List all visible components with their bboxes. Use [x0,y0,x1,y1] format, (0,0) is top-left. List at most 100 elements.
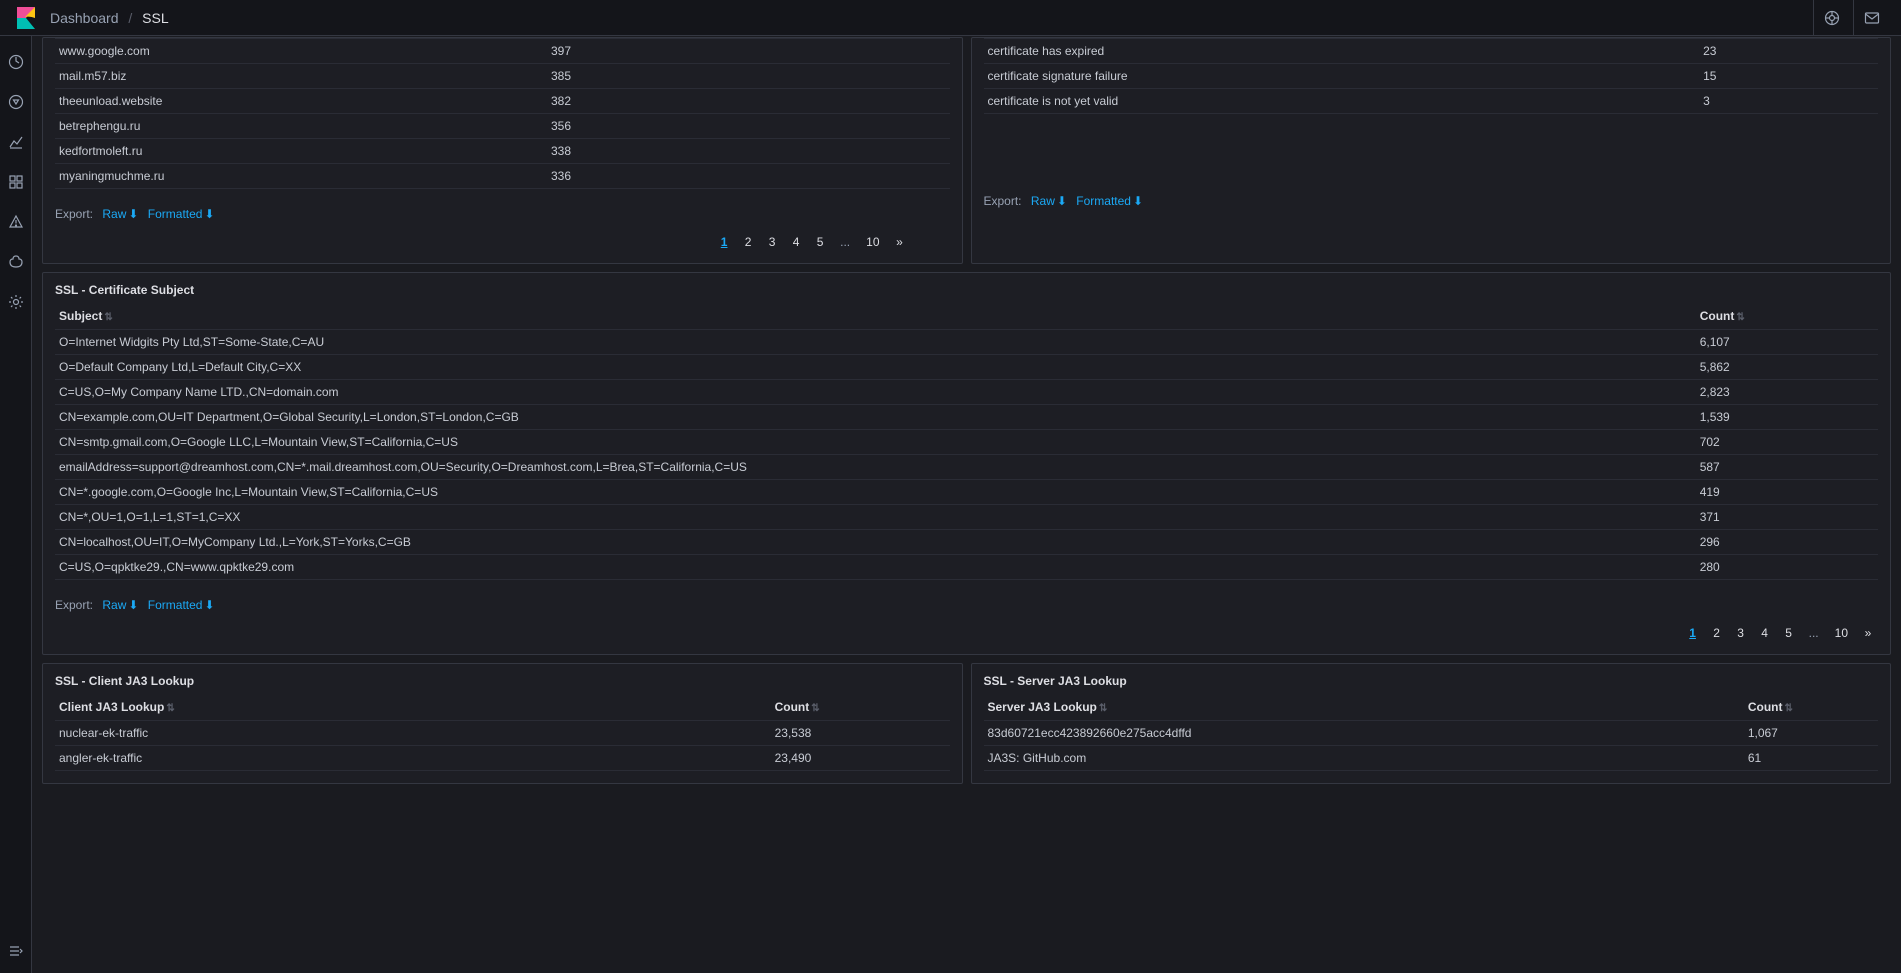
page-2[interactable]: 2 [738,233,758,251]
export-formatted-link[interactable]: Formatted⬇ [148,207,215,221]
table-row[interactable]: emailAddress=support@dreamhost.com,CN=*.… [55,455,1878,480]
panel-title: SSL - Client JA3 Lookup [43,664,962,694]
cell-count: 23,490 [771,746,950,771]
sort-icon: ⇅ [1736,312,1744,323]
cell-count: 356 [547,114,950,139]
page-10[interactable]: 10 [860,233,885,251]
sort-icon: ⇅ [1784,703,1792,714]
page-ellipsis: ... [1803,624,1825,642]
table-row[interactable]: O=Internet Widgits Pty Ltd,ST=Some-State… [55,330,1878,355]
download-icon: ⬇ [128,207,138,221]
col-client-ja3[interactable]: Client JA3 Lookup⇅ [55,694,771,721]
table-row[interactable]: www.google.com397 [55,39,950,64]
table-row[interactable]: angler-ek-traffic23,490 [55,746,950,771]
page-1[interactable]: 1 [714,233,734,251]
sidebar-dashboard[interactable] [0,130,32,154]
sidebar-canvas[interactable] [0,170,32,194]
table-row[interactable]: myaningmuchme.ru336 [55,164,950,189]
cell-subject: C=US,O=qpktke29.,CN=www.qpktke29.com [55,555,1696,580]
panel-title: SSL - Certificate Subject [43,273,1890,303]
col-count[interactable]: Count⇅ [1696,303,1878,330]
panel-cert-subject: SSL - Certificate Subject Subject⇅ Count… [42,272,1891,655]
sidebar-ml[interactable] [0,250,32,274]
export-label: Export: [55,207,93,221]
cell-name: www.google.com [55,39,547,64]
breadcrumb-parent[interactable]: Dashboard [50,10,119,26]
cell-name: theeunload.website [55,89,547,114]
page-next[interactable]: » [1858,624,1878,642]
table-cert-subject: Subject⇅ Count⇅ O=Internet Widgits Pty L… [55,303,1878,580]
export-raw-link[interactable]: Raw⬇ [1031,194,1067,208]
table-row[interactable]: C=US,O=My Company Name LTD.,CN=domain.co… [55,380,1878,405]
table-row[interactable]: mail.m57.biz385 [55,64,950,89]
page-4[interactable]: 4 [786,233,806,251]
table-row[interactable]: CN=smtp.gmail.com,O=Google LLC,L=Mountai… [55,430,1878,455]
cell-count: 419 [1696,480,1878,505]
table-row[interactable]: kedfortmoleft.ru338 [55,139,950,164]
col-server-ja3[interactable]: Server JA3 Lookup⇅ [984,694,1744,721]
download-icon: ⬇ [128,598,138,612]
sidebar-management[interactable] [0,290,32,314]
pagination: 1 2 3 4 5 ... 10 » [55,624,1878,642]
page-1[interactable]: 1 [1683,624,1703,642]
table-row[interactable]: CN=localhost,OU=IT,O=MyCompany Ltd.,L=Yo… [55,530,1878,555]
panel-client-ja3: SSL - Client JA3 Lookup Client JA3 Looku… [42,663,963,784]
panel-title: SSL - Server JA3 Lookup [972,664,1891,694]
sidebar-discover[interactable] [0,50,32,74]
cell-count: 1,539 [1696,405,1878,430]
col-count[interactable]: Count⇅ [1744,694,1878,721]
export-raw-link[interactable]: Raw⬇ [102,598,138,612]
sort-icon: ⇅ [811,703,819,714]
page-4[interactable]: 4 [1755,624,1775,642]
panel-top-right: certificate has expired23 certificate si… [971,37,1892,264]
sidebar-collapse-toggle[interactable] [0,939,32,963]
table-row[interactable]: O=Default Company Ltd,L=Default City,C=X… [55,355,1878,380]
table-server-ja3: Server JA3 Lookup⇅ Count⇅ 83d60721ecc423… [984,694,1879,771]
cell-count: 23 [1699,39,1878,64]
download-icon: ⬇ [1057,194,1067,208]
table-row[interactable]: JA3S: GitHub.com61 [984,746,1879,771]
cell-subject: CN=*,OU=1,O=1,L=1,ST=1,C=XX [55,505,1696,530]
page-3[interactable]: 3 [762,233,782,251]
page-next[interactable]: » [890,233,910,251]
export-formatted-link[interactable]: Formatted⬇ [148,598,215,612]
col-count[interactable]: Count⇅ [771,694,950,721]
page-5[interactable]: 5 [810,233,830,251]
sidebar-visualize[interactable] [0,90,32,114]
export-raw-link[interactable]: Raw⬇ [102,207,138,221]
cell-subject: CN=*.google.com,O=Google Inc,L=Mountain … [55,480,1696,505]
cell-subject: CN=smtp.gmail.com,O=Google LLC,L=Mountai… [55,430,1696,455]
page-5[interactable]: 5 [1779,624,1799,642]
cell-count: 3 [1699,89,1878,114]
cell-count: 702 [1696,430,1878,455]
table-row[interactable]: certificate has expired23 [984,39,1879,64]
table-row[interactable]: CN=example.com,OU=IT Department,O=Global… [55,405,1878,430]
page-3[interactable]: 3 [1731,624,1751,642]
table-row[interactable]: betrephengu.ru356 [55,114,950,139]
cell-subject: O=Default Company Ltd,L=Default City,C=X… [55,355,1696,380]
table-row[interactable]: CN=*.google.com,O=Google Inc,L=Mountain … [55,480,1878,505]
page-ellipsis: ... [834,233,856,251]
cell-subject: emailAddress=support@dreamhost.com,CN=*.… [55,455,1696,480]
table-row[interactable]: certificate signature failure15 [984,64,1879,89]
sidebar-nav [0,36,32,973]
cell-count: 587 [1696,455,1878,480]
table-row[interactable]: 83d60721ecc423892660e275acc4dffd1,067 [984,721,1879,746]
cell-count: 371 [1696,505,1878,530]
kibana-logo[interactable] [12,4,40,32]
col-subject[interactable]: Subject⇅ [55,303,1696,330]
page-2[interactable]: 2 [1707,624,1727,642]
cell-name: betrephengu.ru [55,114,547,139]
help-icon-button[interactable] [1813,0,1849,36]
table-row[interactable]: C=US,O=qpktke29.,CN=www.qpktke29.com280 [55,555,1878,580]
feedback-icon-button[interactable] [1853,0,1889,36]
export-formatted-link[interactable]: Formatted⬇ [1076,194,1143,208]
sidebar-alerts[interactable] [0,210,32,234]
table-row[interactable]: nuclear-ek-traffic23,538 [55,721,950,746]
table-row[interactable]: theeunload.website382 [55,89,950,114]
page-10[interactable]: 10 [1829,624,1854,642]
table-row[interactable]: CN=*,OU=1,O=1,L=1,ST=1,C=XX371 [55,505,1878,530]
cell-subject: CN=example.com,OU=IT Department,O=Global… [55,405,1696,430]
table-client-ja3: Client JA3 Lookup⇅ Count⇅ nuclear-ek-tra… [55,694,950,771]
table-row[interactable]: certificate is not yet valid3 [984,89,1879,114]
